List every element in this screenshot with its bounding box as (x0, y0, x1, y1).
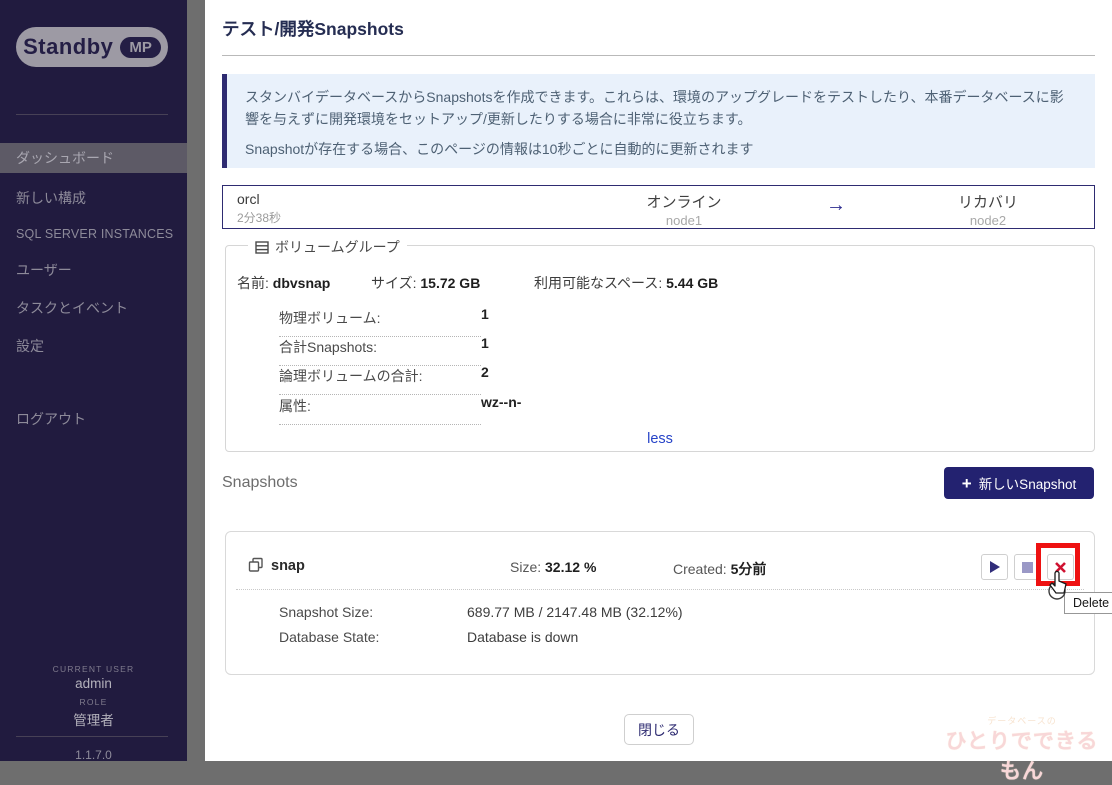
vg-name-value: dbvsnap (273, 275, 331, 291)
snapshot-card: snap Size: 32.12 % Created: 5分前 Snapshot… (225, 531, 1095, 675)
standby-state: リカバリ node2 (918, 191, 1058, 228)
snapshot-detail-size: Snapshot Size: 689.77 MB / 2147.48 MB (3… (279, 604, 979, 620)
sidebar-item-users[interactable]: ユーザー (0, 255, 187, 285)
snapshots-modal: テスト/開発Snapshots スタンバイデータベースからSnapshotsを作… (205, 0, 1112, 761)
vg-detail-total-snapshots: 合計Snapshots: 1 (279, 337, 899, 366)
volume-group-panel: ボリュームグループ 名前: dbvsnap サイズ: 15.72 GB 利用可能… (225, 245, 1095, 452)
sidebar-top-divider (16, 114, 168, 115)
primary-state-label: オンライン (614, 191, 754, 212)
database-uptime: 2分38秒 (237, 209, 281, 226)
database-identity: orcl 2分38秒 (237, 191, 281, 226)
plus-icon: + (962, 475, 972, 492)
close-button[interactable]: 閉じる (624, 714, 694, 745)
vg-size-field: サイズ: 15.72 GB (371, 273, 480, 293)
vg-size-value: 15.72 GB (420, 275, 480, 291)
snapshots-heading: Snapshots (222, 474, 298, 492)
play-icon (989, 561, 1000, 573)
delete-tooltip: Delete Sn (1064, 592, 1112, 614)
title-divider (222, 55, 1095, 56)
app-logo-badge: MP (120, 37, 161, 58)
sidebar-item-settings[interactable]: 設定 (0, 331, 187, 361)
database-name: orcl (237, 191, 281, 207)
primary-state: オンライン node1 (614, 191, 754, 228)
delete-x-icon (1055, 562, 1066, 573)
vg-available-value: 5.44 GB (666, 275, 718, 291)
role-label: ROLE (0, 697, 187, 707)
snapshot-created-field: Created: 5分前 (673, 559, 766, 579)
current-user-label: CURRENT USER (0, 664, 187, 674)
sidebar-item-tasks-events[interactable]: タスクとイベント (0, 293, 187, 323)
vg-detail-total-logical-volumes: 論理ボリュームの合計: 2 (279, 366, 899, 395)
database-status-row: orcl 2分38秒 オンライン node1 → リカバリ node2 (222, 185, 1095, 229)
sidebar-item-logout[interactable]: ログアウト (0, 404, 187, 434)
sidebar-item-dashboard[interactable]: ダッシュボード (0, 143, 187, 173)
app-logo[interactable]: Standby MP (16, 27, 168, 67)
snapshot-copy-icon (248, 557, 264, 573)
vg-available-field: 利用可能なスペース: 5.44 GB (534, 273, 718, 293)
less-link[interactable]: less (226, 431, 1094, 447)
new-snapshot-button[interactable]: + 新しいSnapshot (944, 467, 1094, 499)
stop-icon (1022, 562, 1033, 573)
snapshot-size-field: Size: 32.12 % (510, 559, 596, 575)
volume-group-legend: ボリュームグループ (248, 237, 407, 257)
info-banner: スタンバイデータベースからSnapshotsを作成できます。これらは、環境のアッ… (222, 74, 1095, 168)
standby-node-name: node2 (918, 213, 1058, 228)
card-separator (236, 589, 1084, 590)
sidebar-item-new-configuration[interactable]: 新しい構成 (0, 183, 187, 213)
sidebar: Standby MP ダッシュボード 新しい構成 SQL SERVER INST… (0, 0, 187, 761)
storage-icon (255, 241, 269, 254)
sidebar-bottom-divider (16, 736, 168, 737)
page-title: テスト/開発Snapshots (222, 16, 404, 41)
standby-state-label: リカバリ (918, 191, 1058, 212)
vg-detail-physical-volumes: 物理ボリューム: 1 (279, 308, 899, 337)
volume-group-legend-text: ボリュームグループ (275, 237, 400, 257)
primary-node-name: node1 (614, 213, 754, 228)
vg-name-field: 名前: dbvsnap (237, 273, 330, 293)
snapshot-name: snap (271, 558, 305, 574)
snapshot-detail-db-state: Database State: Database is down (279, 629, 979, 645)
stop-snapshot-button[interactable] (1014, 554, 1041, 580)
resume-snapshot-button[interactable] (981, 554, 1008, 580)
app-logo-text: Standby (23, 34, 113, 60)
delete-snapshot-button[interactable] (1047, 554, 1074, 580)
vg-detail-attributes: 属性: wz--n- (279, 396, 899, 425)
snapshot-size-percent: 32.12 % (545, 559, 596, 575)
info-paragraph-1: スタンバイデータベースからSnapshotsを作成できます。これらは、環境のアッ… (245, 87, 1077, 130)
new-snapshot-button-label: 新しいSnapshot (979, 473, 1077, 493)
current-user-value: admin (0, 676, 187, 691)
app-version: 1.1.7.0 (0, 748, 187, 762)
role-value: 管理者 (0, 709, 187, 729)
replication-arrow-icon: → (821, 194, 851, 217)
info-paragraph-2: Snapshotが存在する場合、このページの情報は10秒ごとに自動的に更新されま… (245, 139, 1077, 161)
snapshot-created-value: 5分前 (731, 561, 767, 577)
sidebar-item-sql-server-instances[interactable]: SQL SERVER INSTANCES (0, 219, 187, 249)
current-user-block: CURRENT USER admin ROLE 管理者 (0, 664, 187, 729)
